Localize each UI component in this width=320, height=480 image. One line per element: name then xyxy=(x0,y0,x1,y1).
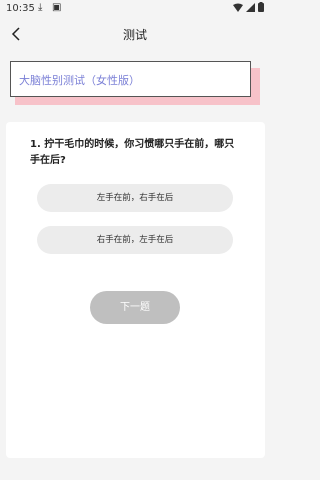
status-icons xyxy=(233,2,264,12)
question-text: 1. 拧干毛巾的时候，你习惯哪只手在前，哪只手在后? xyxy=(30,139,235,166)
status-time: 10:35 xyxy=(6,3,35,14)
nav-bar: 测试 xyxy=(0,18,270,50)
status-bar: 10:35 ⤓ ▣ xyxy=(0,0,270,18)
page-title: 测试 xyxy=(122,28,147,42)
download-icon: ⤓ xyxy=(38,2,43,13)
image-notification-icon: ▣ xyxy=(52,2,62,13)
wifi-icon xyxy=(233,3,243,12)
option-left-first[interactable]: 左手在前，右手在后 xyxy=(37,184,233,212)
next-question-button[interactable]: 下一题 xyxy=(90,291,180,324)
battery-icon xyxy=(258,2,264,12)
banner-title: 大脑性别测试（女性版） xyxy=(19,74,140,87)
test-banner: 大脑性别测试（女性版） xyxy=(10,61,251,97)
option-right-first[interactable]: 右手在前，左手在后 xyxy=(37,226,233,254)
signal-icon xyxy=(246,2,255,12)
question-card: 1. 拧干毛巾的时候，你习惯哪只手在前，哪只手在后? 左手在前，右手在后 右手在… xyxy=(6,122,265,458)
